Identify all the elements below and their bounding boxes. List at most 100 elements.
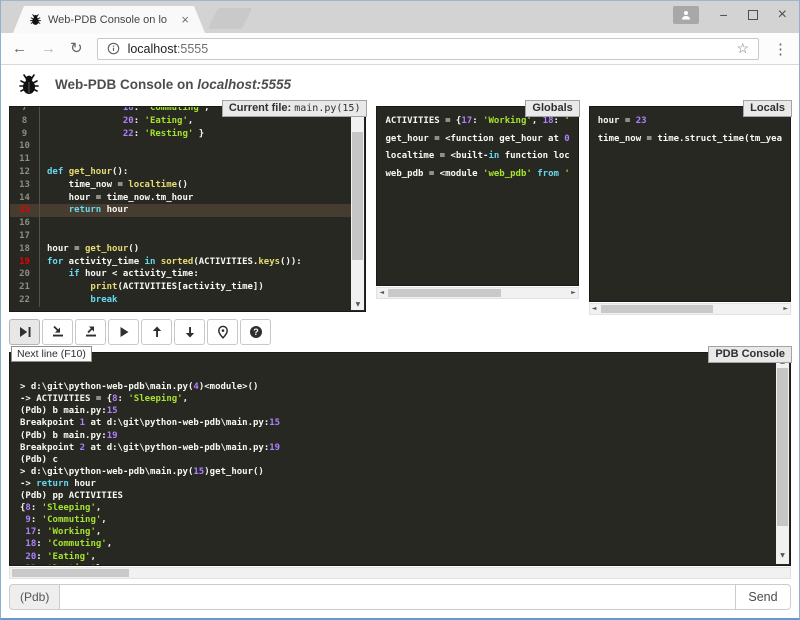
info-icon[interactable]	[107, 42, 120, 55]
scroll-left-icon[interactable]: ◄	[379, 288, 384, 298]
code-line: 18hour = get_hour()	[10, 243, 351, 256]
line-number-breakpoint[interactable]: 15	[10, 204, 40, 217]
forward-icon[interactable]: →	[41, 41, 56, 56]
line-number[interactable]: 13	[10, 179, 40, 192]
browser-toolbar: ← → ↻ localhost:5555 ☆ ⋮	[1, 33, 799, 65]
globals-label: Globals	[525, 100, 579, 117]
scrollbar-thumb[interactable]	[777, 368, 788, 526]
return-step-out-button[interactable]	[75, 319, 106, 345]
line-number[interactable]: 20	[10, 268, 40, 281]
tab-close-icon[interactable]: ×	[181, 13, 189, 26]
svg-text:?: ?	[253, 327, 259, 337]
new-tab-button[interactable]	[208, 8, 252, 29]
console-line: (Pdb) pp ACTIVITIES	[20, 490, 772, 502]
current-file-label: Current file: main.py(15)	[222, 100, 368, 117]
line-number[interactable]: 7	[10, 106, 40, 115]
back-icon[interactable]: ←	[12, 41, 27, 56]
line-number[interactable]: 11	[10, 153, 40, 166]
code-line: 17	[10, 230, 351, 243]
debug-toolbar: ? Next line (F10)	[9, 319, 791, 345]
code-line: 12def get_hour():	[10, 166, 351, 179]
scrollbar-thumb[interactable]	[601, 305, 713, 313]
console-line: 9: 'Commuting',	[20, 514, 772, 526]
help-button[interactable]: ?	[240, 319, 271, 345]
code-line: 14 hour = time_now.tm_hour	[10, 192, 351, 205]
web-pdb-logo-bug-icon	[17, 72, 41, 96]
scroll-down-icon[interactable]: ▼	[776, 550, 789, 562]
locals-horizontal-scrollbar[interactable]: ◄ ►	[589, 303, 791, 315]
continue-button[interactable]	[108, 319, 139, 345]
scrollbar-thumb[interactable]	[352, 132, 363, 260]
globals-line: web_pdb = <module 'web_pdb' from '	[385, 166, 569, 184]
console-output: > d:\git\python-web-pdb\main.py(4)<modul…	[20, 381, 772, 566]
address-bar[interactable]: localhost:5555 ☆	[97, 38, 759, 60]
maximize-button[interactable]	[748, 10, 758, 20]
command-row: (Pdb) Send	[9, 584, 791, 610]
console-line: 18: 'Commuting',	[20, 538, 772, 550]
line-number[interactable]: 9	[10, 128, 40, 141]
line-number[interactable]: 17	[10, 230, 40, 243]
line-number[interactable]: 14	[10, 192, 40, 205]
url-text: localhost:5555	[128, 42, 209, 56]
line-number[interactable]: 12	[10, 166, 40, 179]
scroll-right-icon[interactable]: ►	[783, 304, 788, 314]
profile-icon[interactable]	[673, 6, 699, 24]
console-line: -> ACTIVITIES = {8: 'Sleeping',	[20, 393, 772, 405]
scrollbar-thumb[interactable]	[388, 289, 500, 297]
line-number[interactable]: 8	[10, 115, 40, 128]
send-button[interactable]: Send	[735, 584, 791, 610]
console-line: (Pdb) c	[20, 454, 772, 466]
code-line: 15 return hour	[10, 204, 351, 217]
line-number[interactable]: 21	[10, 281, 40, 294]
browser-menu-icon[interactable]: ⋮	[773, 40, 788, 58]
code-listing: 7 18: 'Commuting',8 20: 'Eating',9 22: '…	[10, 106, 351, 307]
reload-icon[interactable]: ↻	[70, 41, 83, 56]
line-number[interactable]: 16	[10, 217, 40, 230]
console-line: Breakpoint 1 at d:\git\python-web-pdb\ma…	[20, 417, 772, 429]
tab-title: Web-PDB Console on lo	[48, 14, 175, 26]
minimize-button[interactable]: −	[719, 8, 727, 22]
code-vertical-scrollbar[interactable]: ▲ ▼	[351, 108, 364, 310]
console-line: > d:\git\python-web-pdb\main.py(15)get_h…	[20, 466, 772, 478]
globals-horizontal-scrollbar[interactable]: ◄ ►	[376, 287, 578, 299]
browser-tab[interactable]: Web-PDB Console on lo ×	[13, 6, 205, 33]
code-line: 20 if hour < activity_time:	[10, 268, 351, 281]
console-horizontal-scrollbar[interactable]	[9, 567, 791, 579]
globals-line: localtime = <built-in function loc	[385, 148, 569, 166]
current-file-panel: Current file: main.py(15) 7 18: 'Commuti…	[9, 106, 366, 312]
code-line: 22 break	[10, 294, 351, 307]
line-number[interactable]: 10	[10, 140, 40, 153]
stack-down-button[interactable]	[174, 319, 205, 345]
stack-up-button[interactable]	[141, 319, 172, 345]
scroll-down-icon[interactable]: ▼	[351, 301, 364, 308]
next-line-tooltip: Next line (F10)	[11, 346, 92, 362]
console-line: > d:\git\python-web-pdb\main.py(4)<modul…	[20, 381, 772, 393]
console-line: 17: 'Working',	[20, 526, 772, 538]
tab-strip: Web-PDB Console on lo × − ×	[1, 0, 799, 33]
locals-line: time_now = time.struct_time(tm_yea	[598, 131, 782, 149]
line-number-breakpoint[interactable]: 19	[10, 256, 40, 269]
scroll-right-icon[interactable]: ►	[571, 288, 576, 298]
pdb-prompt-addon: (Pdb)	[9, 584, 59, 610]
console-line: 22: 'Resting'}	[20, 563, 772, 566]
where-pin-button[interactable]	[207, 319, 238, 345]
step-into-button[interactable]	[42, 319, 73, 345]
code-line: 13 time_now = localtime()	[10, 179, 351, 192]
code-line: 9 22: 'Resting' }	[10, 128, 351, 141]
command-input[interactable]	[59, 584, 736, 610]
scrollbar-thumb[interactable]	[12, 569, 129, 577]
locals-panel: Locals hour = 23time_now = time.struct_t…	[589, 106, 791, 315]
close-button[interactable]: ×	[778, 7, 787, 23]
browser-window: Web-PDB Console on lo × − × ← → ↻ localh…	[0, 0, 800, 620]
bookmark-star-icon[interactable]: ☆	[736, 40, 749, 57]
console-line: 20: 'Eating',	[20, 551, 772, 563]
scroll-left-icon[interactable]: ◄	[592, 304, 597, 314]
locals-label: Locals	[743, 100, 792, 117]
line-number[interactable]: 18	[10, 243, 40, 256]
globals-panel: Globals ACTIVITIES = {17: 'Working', 18:…	[376, 106, 578, 299]
code-line: 11	[10, 153, 351, 166]
code-line: 10	[10, 140, 351, 153]
console-vertical-scrollbar[interactable]: ▲ ▼	[776, 354, 789, 564]
next-line-button[interactable]	[9, 319, 40, 345]
line-number[interactable]: 22	[10, 294, 40, 307]
